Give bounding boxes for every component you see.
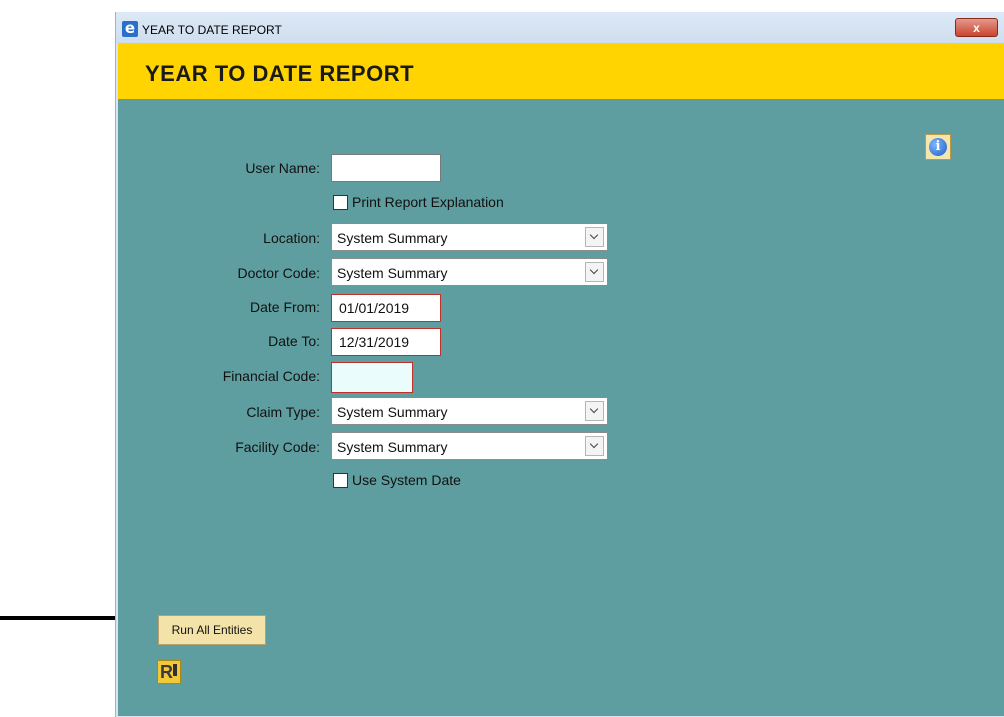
claim-type-label: Claim Type:: [246, 404, 320, 420]
financial-code-input[interactable]: [331, 362, 413, 393]
close-button[interactable]: x: [955, 18, 998, 37]
report-letter: R: [160, 662, 173, 682]
location-value: System Summary: [337, 230, 448, 246]
use-system-date-label: Use System Date: [352, 472, 461, 488]
facility-code-value: System Summary: [337, 439, 448, 455]
page-title: YEAR TO DATE REPORT: [145, 61, 415, 86]
chevron-down-icon[interactable]: [585, 436, 604, 456]
print-explanation-checkbox[interactable]: [333, 195, 348, 210]
chevron-down-icon[interactable]: [585, 227, 604, 247]
header-banner: YEAR TO DATE REPORT: [118, 43, 1004, 99]
chevron-down-icon[interactable]: [585, 262, 604, 282]
run-all-entities-button[interactable]: Run All Entities: [158, 615, 266, 645]
date-to-input[interactable]: 12/31/2019: [331, 328, 441, 356]
doctor-code-value: System Summary: [337, 265, 448, 281]
doctor-code-label: Doctor Code:: [237, 265, 320, 281]
date-to-label: Date To:: [268, 333, 320, 349]
date-from-label: Date From:: [249, 299, 320, 315]
use-system-date-checkbox[interactable]: [333, 473, 348, 488]
info-button[interactable]: i: [925, 134, 951, 160]
user-name-label: User Name:: [245, 160, 320, 176]
info-icon: i: [929, 138, 947, 156]
title-bar: e YEAR TO DATE REPORT x: [116, 12, 1004, 43]
chevron-down-icon[interactable]: [585, 401, 604, 421]
window-title: YEAR TO DATE REPORT: [142, 23, 282, 37]
form-panel: i User Name: Print Report Explanation Lo…: [118, 99, 1004, 716]
doctor-code-select[interactable]: System Summary: [331, 258, 608, 286]
print-explanation-label: Print Report Explanation: [352, 194, 504, 210]
report-bar: [173, 664, 177, 676]
location-select[interactable]: System Summary: [331, 223, 608, 251]
report-icon[interactable]: R: [157, 660, 181, 684]
facility-code-select[interactable]: System Summary: [331, 432, 608, 460]
date-from-input[interactable]: 01/01/2019: [331, 294, 441, 322]
claim-type-select[interactable]: System Summary: [331, 397, 608, 425]
claim-type-value: System Summary: [337, 404, 448, 420]
user-name-input[interactable]: [331, 154, 441, 182]
financial-code-label: Financial Code:: [222, 368, 320, 384]
location-label: Location:: [263, 230, 320, 246]
facility-code-label: Facility Code:: [235, 439, 320, 455]
report-window: e YEAR TO DATE REPORT x YEAR TO DATE REP…: [115, 12, 1004, 717]
app-e-icon: e: [122, 21, 138, 37]
